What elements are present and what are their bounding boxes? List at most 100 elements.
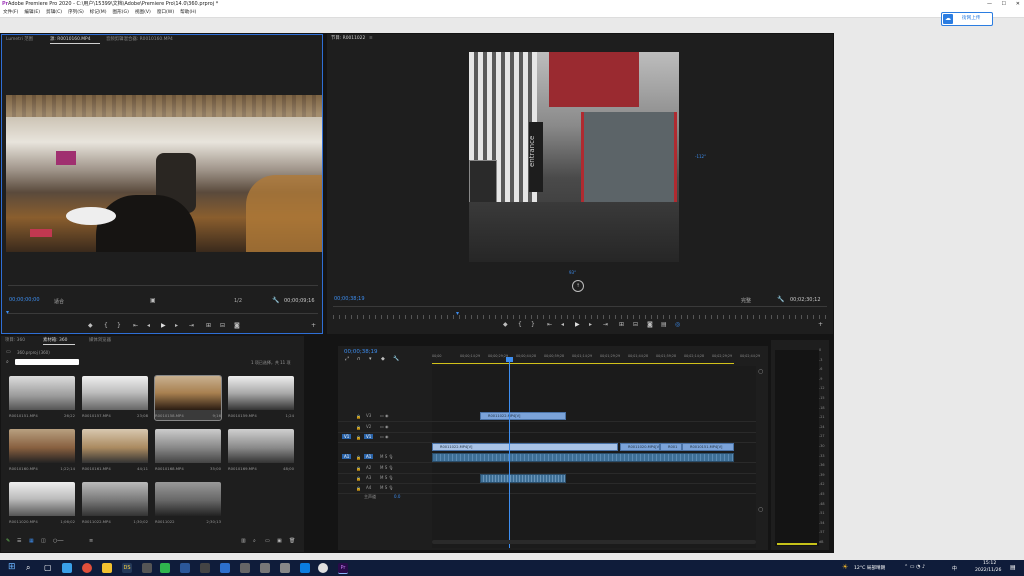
clip-v1-3[interactable]: R001 [660,443,682,451]
timeline-scroll-top-icon[interactable]: ○ [758,368,763,375]
app-icon-4[interactable] [240,563,250,573]
clock-date[interactable]: 2022/11/26 [975,568,1001,573]
bin-item[interactable]: R0010159.MP4 1;24 [228,376,294,420]
timeline-wrench-icon[interactable]: 🔧 [393,356,399,362]
program-step-forward-icon[interactable]: ▸ [589,321,592,328]
app-icon-2[interactable] [200,563,210,573]
menu-graphics[interactable]: 图形(G) [113,8,129,17]
source-fit-select[interactable]: 适合 [54,298,64,305]
track-label[interactable]: V3 [364,413,373,418]
add-marker-icon[interactable]: ◆ [88,322,93,329]
linked-selection-icon[interactable]: ∩ [357,356,361,362]
track-label[interactable]: V1 [364,434,374,439]
program-mark-in-icon[interactable]: { [518,321,522,328]
app-icon-8[interactable] [318,563,328,573]
list-view-icon[interactable]: ☰ [17,538,21,544]
tab-media-browser[interactable]: 媒体浏览器 [89,336,111,345]
bin-search-input[interactable] [15,359,79,365]
track-mute-solo-icon[interactable]: M S 🎙 [380,475,394,480]
program-wrench-icon[interactable]: 🔧 [777,296,784,303]
chrome-icon[interactable] [82,563,92,573]
track-eye-icon[interactable]: ▭ ◉ [380,424,389,429]
notification-icon[interactable]: ▤ [1010,564,1016,571]
menu-marker[interactable]: 标记(M) [90,8,107,17]
tray-icons[interactable]: ⌃ ▭ ◔ ♪ [904,564,925,570]
zoom-slider[interactable]: ○── [53,538,63,544]
program-scrub-bar[interactable] [333,315,827,319]
app-icon-5[interactable] [260,563,270,573]
clip-v1-2[interactable]: R0011020.MP4[V] [620,443,660,451]
wrench-icon[interactable]: 🔧 [272,297,279,304]
pencil-icon[interactable]: ✎ [6,538,10,544]
program-go-to-out-icon[interactable]: ⇥ [603,321,608,328]
new-bin-icon[interactable]: ▭ [265,538,270,544]
lift-icon[interactable]: ⊞ [619,321,624,328]
source-patch-label[interactable]: A1 [342,454,352,459]
track-lock-icon[interactable]: 🔒 [356,486,361,491]
vr-angle-right[interactable]: -112° [695,154,706,159]
vr-compass-icon[interactable]: ↑ [572,280,584,292]
wechat-icon[interactable] [160,563,170,573]
vr-angle-bottom[interactable]: 93° [569,270,576,275]
clip-v1-4[interactable]: R0010151.MP4[V] [682,443,734,451]
add-marker-tl-icon[interactable]: ▾ [369,356,372,362]
bin-item[interactable]: R0011022 2;30;13 [155,482,221,526]
track-label[interactable]: A1 [364,454,374,459]
mark-out-icon[interactable]: } [117,322,121,329]
overwrite-icon[interactable]: ⊟ [220,322,225,329]
program-playhead-icon[interactable]: ▾ [456,310,459,317]
export-frame-icon[interactable]: ▣ [150,297,156,304]
program-camera-icon[interactable]: ◙ [647,321,653,328]
explorer-icon[interactable] [102,563,112,573]
snap-icon[interactable]: ⤢ [345,356,349,362]
menu-edit[interactable]: 编辑(E) [24,8,40,17]
sort-icon[interactable]: ≡ [89,538,93,544]
go-to-out-icon[interactable]: ⇥ [189,322,194,329]
menu-view[interactable]: 视图(V) [135,8,151,17]
vr-toggle-icon[interactable]: ◎ [675,321,680,328]
menu-sequence[interactable]: 序列(S) [68,8,84,17]
timeline-playhead[interactable] [509,359,510,548]
source-timecode[interactable]: 00;00;00;00 [9,297,40,303]
playhead-handle[interactable] [506,357,513,362]
track-lock-icon[interactable]: 🔒 [356,455,361,460]
source-ratio-select[interactable]: 1/2 [234,298,242,304]
timeline-timecode[interactable]: 00;00;38;19 [344,349,378,355]
track-label[interactable]: A3 [364,475,373,480]
taskbar-search-icon[interactable]: ⌕ [26,563,30,573]
track-lock-icon[interactable]: 🔒 [356,435,361,440]
source-patch-label[interactable]: V1 [342,434,352,439]
premiere-taskbar-icon[interactable]: Pr [338,563,348,574]
clip-v1-1[interactable]: R0011022.MP4[V] [432,443,618,451]
track-label[interactable]: A4 [364,485,373,490]
app-icon-7[interactable] [300,563,310,573]
add-button-icon[interactable]: + [311,322,316,329]
track-eye-icon[interactable]: ▭ ◉ [380,434,389,439]
program-go-to-in-icon[interactable]: ⇤ [547,321,552,328]
app-icon-1[interactable] [142,563,152,573]
bin-item[interactable]: R0010157.MP4 23;08 [82,376,148,420]
tab-program-menu-icon[interactable]: ≡ [369,34,373,43]
program-timecode[interactable]: 00;00;38;19 [334,296,365,302]
track-label[interactable]: A2 [364,465,373,470]
play-icon[interactable]: ▶ [161,322,166,329]
automate-icon[interactable]: ▥ [241,538,246,544]
task-view-icon[interactable]: ▢ [44,563,52,572]
trash-icon[interactable]: 🗑 [289,538,295,544]
bin-item[interactable]: R0011022.MP4 1;30;02 [82,482,148,526]
step-forward-icon[interactable]: ▸ [175,322,178,329]
edge-icon[interactable] [62,563,72,573]
bin-item[interactable]: R0010168.MP4 35;00 [155,429,221,473]
tab-lumetri[interactable]: Lumetri 范围 [6,35,33,44]
audio-clip-a3[interactable] [480,474,566,483]
app-icon-3[interactable] [220,563,230,573]
start-icon[interactable]: ⊞ [8,562,16,572]
weather-text[interactable]: 12°C 局部晴朗 [854,565,885,571]
program-step-back-icon[interactable]: ◂ [561,321,564,328]
program-fit-select[interactable]: 完整 [741,297,751,304]
step-back-icon[interactable]: ◂ [147,322,150,329]
cloud-upload-button[interactable]: ☁ 街网上传 [941,12,993,26]
bin-item[interactable]: R0010161.MP4 44;11 [82,429,148,473]
tab-project[interactable]: 项目: 360 [5,336,25,345]
program-mark-out-icon[interactable]: } [531,321,535,328]
